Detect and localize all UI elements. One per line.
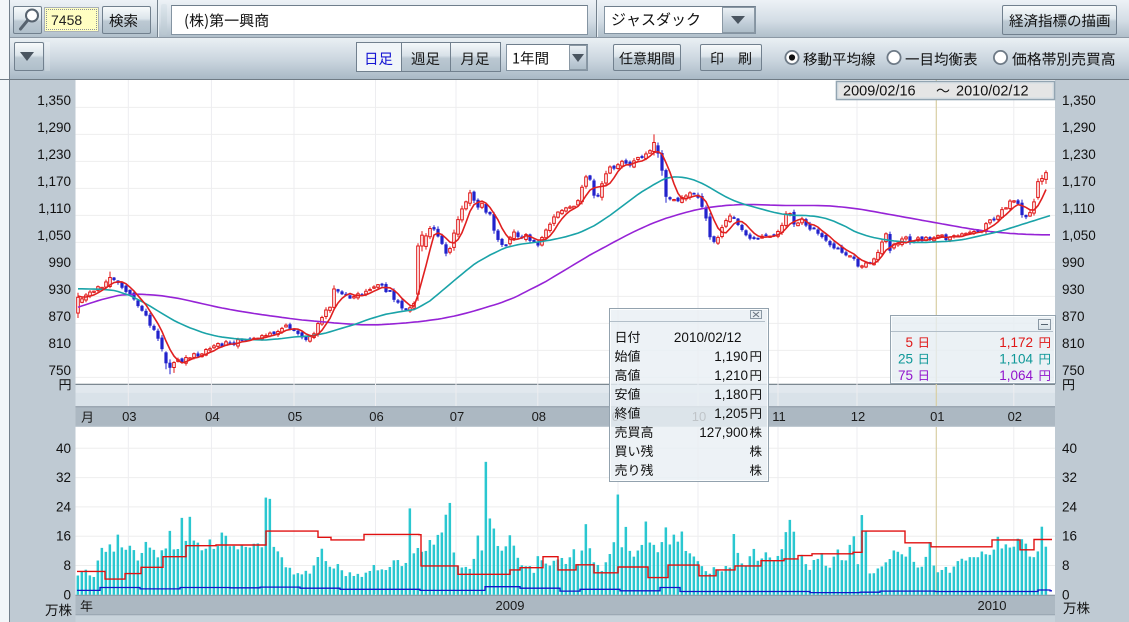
svg-text:930: 930 xyxy=(1062,282,1085,297)
svg-text:75: 75 xyxy=(898,368,913,382)
svg-text:8: 8 xyxy=(63,558,71,573)
svg-text:06: 06 xyxy=(369,409,383,424)
svg-text:1,350: 1,350 xyxy=(37,93,71,108)
svg-text:1,350: 1,350 xyxy=(1062,93,1096,108)
svg-text:1,110: 1,110 xyxy=(38,201,71,216)
svg-text:0: 0 xyxy=(63,587,71,602)
svg-text:1,205: 1,205 xyxy=(714,405,748,420)
svg-text:07: 07 xyxy=(450,409,464,424)
svg-text:0: 0 xyxy=(1062,587,1070,602)
svg-text:12: 12 xyxy=(851,409,865,424)
svg-text:1,170: 1,170 xyxy=(37,174,71,189)
svg-text:11: 11 xyxy=(772,409,786,424)
svg-text:5: 5 xyxy=(905,335,913,350)
svg-text:08: 08 xyxy=(532,409,546,424)
svg-text:1,190: 1,190 xyxy=(714,348,748,363)
svg-text:1,290: 1,290 xyxy=(37,120,71,135)
svg-text:04: 04 xyxy=(205,409,219,424)
svg-text:1,290: 1,290 xyxy=(1062,120,1096,135)
svg-text:1,064: 1,064 xyxy=(999,368,1033,382)
svg-text:1,104: 1,104 xyxy=(999,351,1033,366)
svg-text:16: 16 xyxy=(56,529,71,544)
svg-text:05: 05 xyxy=(288,409,302,424)
svg-text:1,110: 1,110 xyxy=(1062,201,1095,216)
svg-text:03: 03 xyxy=(122,409,136,424)
svg-text:2010/02/12: 2010/02/12 xyxy=(956,84,1029,100)
svg-text:870: 870 xyxy=(1062,309,1085,324)
svg-text:870: 870 xyxy=(48,309,71,324)
svg-text:2009/02/16: 2009/02/16 xyxy=(843,84,916,100)
svg-text:1,230: 1,230 xyxy=(37,147,71,162)
svg-text:810: 810 xyxy=(1062,336,1085,351)
svg-text:24: 24 xyxy=(56,499,72,514)
svg-text:01: 01 xyxy=(930,409,944,424)
svg-text:32: 32 xyxy=(56,470,71,485)
svg-text:2010/02/12: 2010/02/12 xyxy=(673,329,741,344)
svg-text:930: 930 xyxy=(48,282,71,297)
svg-text:750: 750 xyxy=(48,363,71,378)
svg-text:1,180: 1,180 xyxy=(714,386,748,401)
svg-text:750: 750 xyxy=(1062,363,1085,378)
svg-text:1,050: 1,050 xyxy=(37,228,71,243)
svg-text:990: 990 xyxy=(48,255,71,270)
svg-text:1,050: 1,050 xyxy=(1062,228,1096,243)
svg-text:1,210: 1,210 xyxy=(714,367,748,382)
svg-text:127,900: 127,900 xyxy=(699,424,748,439)
svg-text:1,230: 1,230 xyxy=(1062,147,1096,162)
svg-text:8: 8 xyxy=(1062,558,1070,573)
svg-text:990: 990 xyxy=(1062,255,1085,270)
svg-text:32: 32 xyxy=(1062,470,1077,485)
svg-text:2009: 2009 xyxy=(496,598,525,613)
svg-text:40: 40 xyxy=(56,441,71,456)
svg-text:02: 02 xyxy=(1008,409,1022,424)
svg-text:24: 24 xyxy=(1062,499,1078,514)
svg-text:1,172: 1,172 xyxy=(999,335,1033,350)
svg-text:40: 40 xyxy=(1062,441,1077,456)
svg-text:810: 810 xyxy=(48,336,71,351)
svg-text:25: 25 xyxy=(898,351,913,366)
svg-text:2010: 2010 xyxy=(978,598,1007,613)
svg-text:16: 16 xyxy=(1062,529,1077,544)
svg-text:1,170: 1,170 xyxy=(1062,174,1096,189)
